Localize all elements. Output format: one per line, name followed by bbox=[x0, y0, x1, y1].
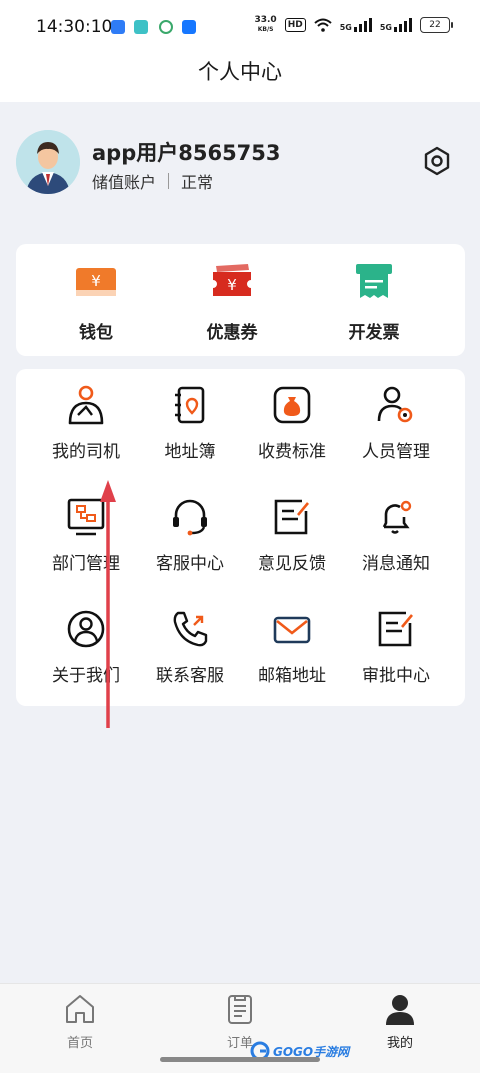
account-status: 正常 bbox=[181, 173, 214, 192]
coupon-item[interactable]: ¥ 优惠券 bbox=[172, 262, 292, 343]
signal-icon-2: 5G bbox=[380, 18, 412, 32]
hd-icon: HD bbox=[284, 18, 306, 32]
services-card: 我的司机 地址簿 收费标准 人员管理 部门管理 客服中心 意见反馈 消息通知 关… bbox=[16, 369, 465, 706]
divider bbox=[168, 173, 170, 189]
annotation-arrow bbox=[100, 480, 116, 728]
tab-label: 首页 bbox=[66, 1036, 93, 1051]
service-item-fee-standard[interactable]: 收费标准 bbox=[240, 385, 344, 462]
username: app用户8565753 bbox=[92, 141, 281, 165]
service-item-contact-service[interactable]: 联系客服 bbox=[138, 609, 242, 686]
service-item-staff-management[interactable]: 人员管理 bbox=[344, 385, 448, 462]
fee-standard-icon bbox=[273, 386, 311, 424]
wallet-label: 钱包 bbox=[79, 323, 113, 343]
svg-text:¥: ¥ bbox=[227, 276, 237, 294]
service-label: 审批中心 bbox=[362, 666, 430, 686]
service-label: 关于我们 bbox=[52, 666, 120, 686]
avatar[interactable] bbox=[16, 130, 80, 194]
service-label: 我的司机 bbox=[52, 442, 120, 462]
page-title: 个人中心 bbox=[198, 60, 282, 84]
service-item-department[interactable]: 部门管理 bbox=[34, 497, 138, 574]
wifi-icon bbox=[314, 18, 332, 32]
invoice-icon bbox=[356, 264, 392, 298]
feishu-icon bbox=[111, 20, 125, 34]
service-item-driver[interactable]: 我的司机 bbox=[34, 385, 138, 462]
feedback-icon bbox=[274, 499, 309, 535]
service-item-address-book[interactable]: 地址簿 bbox=[138, 385, 242, 462]
service-label: 收费标准 bbox=[258, 442, 326, 462]
account-info: 储值账户 正常 bbox=[92, 169, 213, 193]
battery-icon: 22 bbox=[420, 17, 453, 33]
service-label: 部门管理 bbox=[52, 554, 120, 574]
service-item-mailbox[interactable]: 邮箱地址 bbox=[240, 609, 344, 686]
settings-gear-icon[interactable] bbox=[422, 146, 452, 176]
service-item-feedback[interactable]: 意见反馈 bbox=[240, 497, 344, 574]
bell-icon bbox=[382, 500, 412, 534]
network-speed: 33.0 KB/S bbox=[254, 15, 277, 34]
service-item-customer-service[interactable]: 客服中心 bbox=[138, 497, 242, 574]
header: 个人中心 bbox=[0, 48, 480, 102]
status-time: 14:30:10 bbox=[36, 17, 113, 37]
profile-section: app用户8565753 储值账户 正常 bbox=[0, 102, 480, 222]
service-label: 地址簿 bbox=[164, 442, 216, 462]
alipay-icon bbox=[182, 20, 196, 34]
service-item-notifications[interactable]: 消息通知 bbox=[344, 497, 448, 574]
signal-icon: 5G bbox=[340, 18, 372, 32]
coupon-label: 优惠券 bbox=[206, 323, 258, 343]
wallet-icon: ¥ bbox=[76, 268, 116, 296]
svg-text:¥: ¥ bbox=[91, 272, 101, 290]
service-label: 消息通知 bbox=[362, 554, 430, 574]
service-label: 邮箱地址 bbox=[258, 666, 326, 686]
wallet-item[interactable]: ¥ 钱包 bbox=[36, 262, 156, 343]
service-item-approval[interactable]: 审批中心 bbox=[344, 609, 448, 686]
service-label: 人员管理 bbox=[362, 442, 430, 462]
boss-zhipin-icon bbox=[134, 20, 148, 34]
coupon-icon: ¥ bbox=[213, 264, 251, 296]
service-label: 客服中心 bbox=[156, 554, 224, 574]
account-type: 储值账户 bbox=[92, 173, 157, 192]
status-bar: 14:30:10 33.0 KB/S HD 5G 5G 22 bbox=[0, 0, 480, 48]
staff-management-icon bbox=[377, 386, 413, 423]
order-icon bbox=[228, 995, 252, 1024]
approval-icon bbox=[378, 611, 413, 647]
mobile-icon bbox=[159, 20, 173, 34]
tab-label: 我的 bbox=[386, 1036, 413, 1051]
headset-icon bbox=[173, 499, 207, 536]
tab-home[interactable]: 首页 bbox=[40, 992, 120, 1051]
address-book-icon bbox=[175, 386, 205, 424]
invoice-item[interactable]: 开发票 bbox=[314, 262, 434, 343]
invoice-label: 开发票 bbox=[348, 323, 400, 343]
service-label: 联系客服 bbox=[156, 666, 224, 686]
driver-icon bbox=[68, 385, 104, 425]
wallet-card: ¥ 钱包 ¥ 优惠券 开发票 bbox=[16, 244, 465, 356]
profile-icon bbox=[386, 995, 414, 1025]
service-item-about-us[interactable]: 关于我们 bbox=[34, 609, 138, 686]
service-label: 意见反馈 bbox=[258, 554, 326, 574]
phone-icon bbox=[173, 611, 208, 647]
home-indicator[interactable] bbox=[160, 1057, 320, 1062]
home-icon bbox=[66, 995, 94, 1023]
mail-icon bbox=[273, 616, 311, 644]
tab-mine[interactable]: 我的 bbox=[360, 992, 440, 1051]
